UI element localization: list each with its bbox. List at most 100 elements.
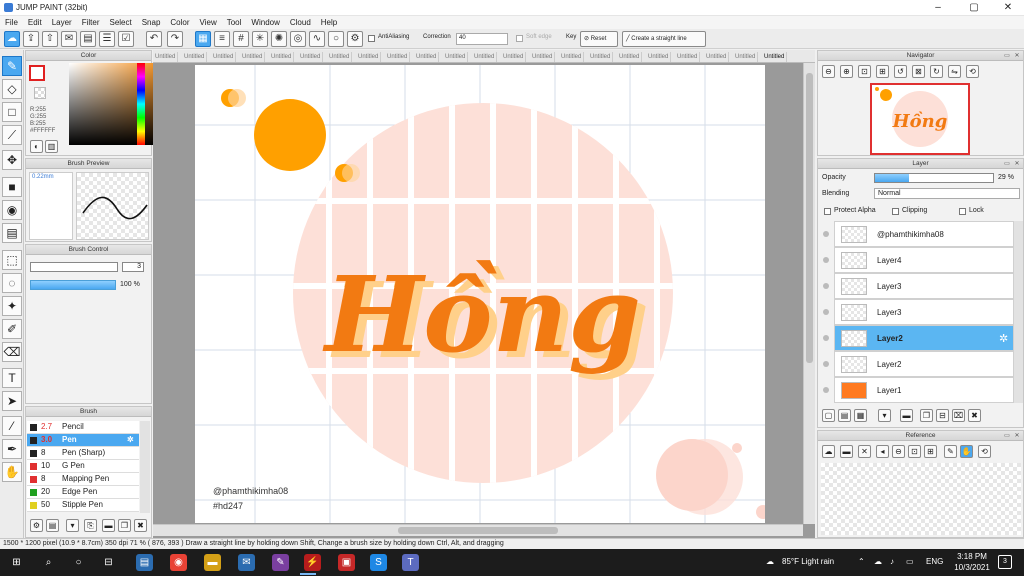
line-snap-icon[interactable]: ≡ xyxy=(214,31,230,47)
new-layer-alt-icon[interactable]: ▤ xyxy=(838,409,851,422)
doc-tab[interactable]: Untitled xyxy=(327,52,353,62)
shape-tool-icon[interactable]: □ xyxy=(2,102,22,122)
layer-row[interactable]: Layer2 xyxy=(823,351,1014,377)
bucket-tool-icon[interactable]: ◉ xyxy=(2,200,22,220)
document-icon[interactable]: ▤ xyxy=(80,31,96,47)
doc-tab[interactable]: Untitled xyxy=(240,52,266,62)
brush-size-input[interactable]: 3 xyxy=(122,262,144,272)
doc-tab[interactable]: Untitled xyxy=(298,52,324,62)
reset-view-icon[interactable]: ⟲ xyxy=(978,445,991,458)
eraser-tool-icon[interactable]: ◇ xyxy=(2,79,22,99)
horizontal-scroll-thumb[interactable] xyxy=(398,527,558,534)
foreground-color-swatch[interactable] xyxy=(29,65,45,81)
select-rect-tool-icon[interactable]: ⬚ xyxy=(2,250,22,270)
opacity-slider[interactable] xyxy=(874,173,994,183)
doc-tab[interactable]: Untitled xyxy=(211,52,237,62)
doc-tab[interactable]: Untitled xyxy=(675,52,701,62)
settings-icon[interactable]: ⚙ xyxy=(347,31,363,47)
network-icon[interactable]: ▭ xyxy=(906,557,914,566)
clipping-checkbox[interactable] xyxy=(892,208,899,215)
paint-app-icon[interactable]: ✎ xyxy=(272,554,289,571)
upload-icon[interactable]: ⇪ xyxy=(23,31,39,47)
clear-layer-icon[interactable]: ⌧ xyxy=(952,409,965,422)
doc-tab[interactable]: Untitled xyxy=(646,52,672,62)
eyedropper-alt-tool-icon[interactable]: ✒ xyxy=(2,439,22,459)
color-palette-icon[interactable]: ▥ xyxy=(45,140,58,153)
store-icon[interactable]: ▤ xyxy=(136,554,153,571)
soft-edge-checkbox[interactable] xyxy=(516,35,523,42)
menu-help[interactable]: Help xyxy=(316,16,342,29)
undo-icon[interactable]: ↶ xyxy=(146,31,162,47)
doc-tab[interactable]: Untitled xyxy=(443,52,469,62)
curve-icon[interactable]: ∿ xyxy=(309,31,325,47)
cloud-download-icon[interactable]: ☁ xyxy=(822,445,835,458)
doc-tab[interactable]: Untitled xyxy=(588,52,614,62)
list-icon[interactable]: ☰ xyxy=(99,31,115,47)
circle-snap-icon[interactable]: ○ xyxy=(328,31,344,47)
lasso-tool-icon[interactable]: ◌ xyxy=(2,273,22,293)
layer-row[interactable]: @phamthikimha08 xyxy=(823,221,1014,247)
folder-icon[interactable]: ▬ xyxy=(102,519,115,532)
doc-tab[interactable]: Untitled xyxy=(733,52,759,62)
weather-text[interactable]: 85°F Light rain xyxy=(782,557,834,566)
rotate-left-icon[interactable]: ↺ xyxy=(894,65,907,78)
redo-icon[interactable]: ↷ xyxy=(167,31,183,47)
doc-tab[interactable]: Untitled xyxy=(414,52,440,62)
checklist-icon[interactable]: ☑ xyxy=(118,31,134,47)
menu-layer[interactable]: Layer xyxy=(47,16,77,29)
eyedropper-tool-icon[interactable]: ⁄ xyxy=(2,416,22,436)
notification-icon[interactable]: 3 xyxy=(998,555,1012,569)
magic-wand-tool-icon[interactable]: ✦ xyxy=(2,296,22,316)
new-layer-icon[interactable]: ▢ xyxy=(822,409,835,422)
fill-rect-tool-icon[interactable]: ■ xyxy=(2,177,22,197)
doc-tab[interactable]: Untitled xyxy=(472,52,498,62)
chrome-icon[interactable]: ◉ xyxy=(170,554,187,571)
doc-tab[interactable]: Untitled xyxy=(501,52,527,62)
line-tool-icon[interactable]: ⟋ xyxy=(2,125,22,145)
copy-layer-icon[interactable]: ❐ xyxy=(920,409,933,422)
clock-time[interactable]: 3:18 PM xyxy=(952,552,992,561)
reset-view-icon[interactable]: ⟲ xyxy=(966,65,979,78)
eyedropper-icon[interactable]: ✎ xyxy=(944,445,957,458)
operation-tool-icon[interactable]: ➤ xyxy=(2,391,22,411)
cloud-tray-icon[interactable]: ☁ xyxy=(874,557,882,566)
windows-start-icon[interactable]: ⊞ xyxy=(8,554,25,571)
doc-tab[interactable]: Untitled xyxy=(559,52,585,62)
vertical-scrollbar[interactable] xyxy=(803,63,815,524)
speaker-icon[interactable]: ♪ xyxy=(890,557,894,566)
flip-icon[interactable]: ⇋ xyxy=(948,65,961,78)
text-tool-icon[interactable]: T xyxy=(2,368,22,388)
trash-icon[interactable]: ✖ xyxy=(134,519,147,532)
doc-tab[interactable]: Untitled xyxy=(182,52,208,62)
gear-icon[interactable]: ✲ xyxy=(999,332,1008,345)
zoom-out-icon[interactable]: ⊖ xyxy=(892,445,905,458)
panel-minimize-icon[interactable]: ▭ xyxy=(1003,52,1011,60)
menu-window[interactable]: Window xyxy=(246,16,284,29)
chat-icon[interactable]: ✉ xyxy=(61,31,77,47)
menu-view[interactable]: View xyxy=(195,16,222,29)
select-pen-tool-icon[interactable]: ✐ xyxy=(2,319,22,339)
layer-menu-icon[interactable]: ▾ xyxy=(878,409,891,422)
merge-layer-icon[interactable]: ⊟ xyxy=(936,409,949,422)
skype-icon[interactable]: S xyxy=(370,554,387,571)
move-tool-icon[interactable]: ✥ xyxy=(2,150,22,170)
nav-left-icon[interactable]: ◂ xyxy=(876,445,889,458)
task-view-icon[interactable]: ○ xyxy=(70,554,87,571)
trash-icon[interactable]: ✖ xyxy=(968,409,981,422)
gradient-tool-icon[interactable]: ▤ xyxy=(2,223,22,243)
open-folder-icon[interactable]: ▬ xyxy=(840,445,853,458)
reset-button[interactable]: ⊘ Reset xyxy=(580,31,618,47)
saturation-value-picker[interactable] xyxy=(69,63,159,145)
brush-menu-icon[interactable]: ▾ xyxy=(66,519,79,532)
app-icon-red[interactable]: ▣ xyxy=(338,554,355,571)
hand-icon[interactable]: ✋ xyxy=(960,445,973,458)
file-explorer-icon[interactable]: ▬ xyxy=(204,554,221,571)
radial-lines-icon[interactable]: ✳ xyxy=(252,31,268,47)
menu-tool[interactable]: Tool xyxy=(222,16,247,29)
reference-canvas[interactable] xyxy=(821,463,1021,535)
clock-date[interactable]: 10/3/2021 xyxy=(952,563,992,572)
brush-item-g-pen[interactable]: 10 G Pen xyxy=(27,460,139,473)
actual-size-icon[interactable]: ⊞ xyxy=(924,445,937,458)
panel-minimize-icon[interactable]: ▭ xyxy=(1003,160,1011,168)
visibility-icon[interactable] xyxy=(823,387,829,393)
